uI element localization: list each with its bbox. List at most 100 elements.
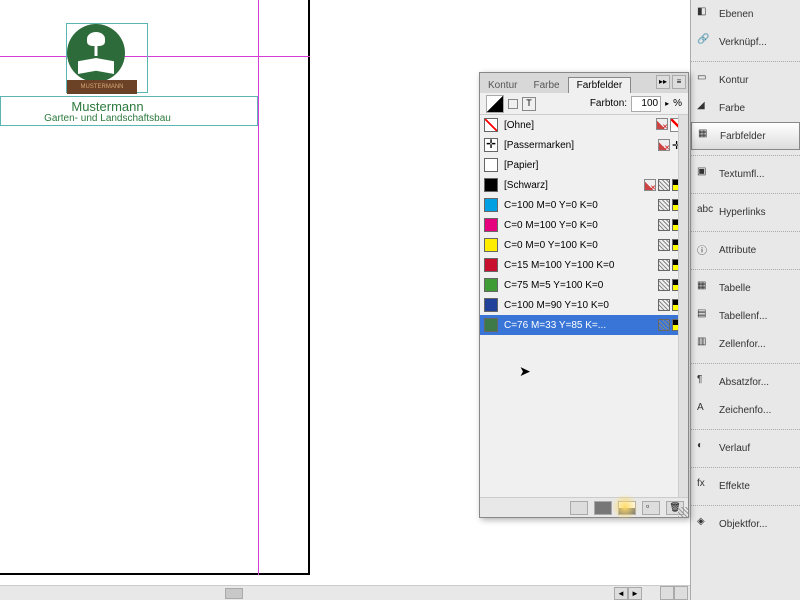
swatch-row[interactable]: C=0 M=100 Y=0 K=0 — [480, 215, 688, 235]
effekte-icon: fx — [697, 478, 713, 494]
scroll-right-icon[interactable]: ► — [628, 587, 642, 600]
swatch-row[interactable]: C=100 M=0 Y=0 K=0 — [480, 195, 688, 215]
panel-item-label: Hyperlinks — [719, 207, 766, 218]
textumfl-icon: ▣ — [697, 166, 713, 182]
panel-item-textumfl[interactable]: ▣Textumfl... — [691, 160, 800, 188]
process-icon — [658, 219, 670, 231]
swatch-name: [Schwarz] — [504, 180, 644, 191]
tab-farbfelder[interactable]: Farbfelder — [568, 77, 632, 93]
panel-item-zeichenfo[interactable]: A Zeichenfo... — [691, 396, 800, 424]
company-name: Mustermann — [0, 99, 215, 114]
farbton-arrow-icon[interactable]: ▸ — [665, 99, 669, 108]
panel-item-attribute[interactable]: ⓘAttribute — [691, 236, 800, 264]
panel-item-label: Effekte — [719, 481, 750, 492]
panel-item-verknpf[interactable]: 🔗Verknüpf... — [691, 28, 800, 56]
zeichenfo-icon: A — [697, 402, 713, 418]
process-icon — [658, 319, 670, 331]
swatch-chip — [484, 238, 498, 252]
swatch-chip — [484, 258, 498, 272]
panel-item-label: Attribute — [719, 245, 756, 256]
locked-icon — [656, 118, 668, 130]
logo-ribbon: MUSTERMANN — [67, 80, 137, 94]
swatch-name: C=76 M=33 Y=85 K=... — [504, 320, 658, 331]
scrollbar-thumb[interactable] — [225, 588, 243, 599]
absatzfor-icon: ¶ — [697, 374, 713, 390]
horizontal-scrollbar[interactable]: ◄ ► — [0, 585, 690, 600]
swatch-chip — [484, 178, 498, 192]
panel-item-label: Zeichenfo... — [719, 405, 771, 416]
panel-separator — [691, 358, 800, 364]
panel-item-verlauf[interactable]: ◐Verlauf — [691, 434, 800, 462]
panel-item-hyperlinks[interactable]: abcHyperlinks — [691, 198, 800, 226]
panel-item-effekte[interactable]: fx Effekte — [691, 472, 800, 500]
panel-item-tabelle[interactable]: ▦Tabelle — [691, 274, 800, 302]
panel-item-label: Objektfor... — [719, 519, 767, 530]
new-swatch-icon[interactable]: ▫ — [642, 501, 660, 515]
swatch-row[interactable]: [Passermarken]✛ — [480, 135, 688, 155]
swatch-row[interactable]: C=15 M=100 Y=100 K=0 — [480, 255, 688, 275]
swatch-name: [Papier] — [504, 160, 684, 171]
company-subtitle: Garten- und Landschaftsbau — [0, 113, 215, 124]
farbton-input[interactable] — [631, 96, 661, 112]
panel-separator — [691, 462, 800, 468]
panel-item-zellenfor[interactable]: ▥ Zellenfor... — [691, 330, 800, 358]
swatch-name: [Passermarken] — [504, 140, 658, 151]
panel-separator — [691, 424, 800, 430]
swatch-row[interactable]: [Papier] — [480, 155, 688, 175]
panel-separator — [691, 56, 800, 62]
swatch-row[interactable]: C=75 M=5 Y=100 K=0 — [480, 275, 688, 295]
farbe-icon: ◢ — [697, 100, 713, 116]
process-icon — [658, 299, 670, 311]
farbton-label: Farbton: — [590, 98, 627, 109]
tab-kontur[interactable]: Kontur — [480, 78, 525, 93]
verknpf-icon: 🔗 — [697, 34, 713, 50]
kontur-icon: ▭ — [697, 72, 713, 88]
panel-item-kontur[interactable]: ▭ Kontur — [691, 66, 800, 94]
panel-item-farbe[interactable]: ◢ Farbe — [691, 94, 800, 122]
panel-separator — [691, 188, 800, 194]
panel-item-absatzfor[interactable]: ¶ Absatzfor... — [691, 368, 800, 396]
swatch-chip — [484, 278, 498, 292]
scroll-left-icon[interactable]: ◄ — [614, 587, 628, 600]
swatch-chip — [484, 218, 498, 232]
swatch-name: C=0 M=0 Y=100 K=0 — [504, 240, 658, 251]
tab-farbe[interactable]: Farbe — [525, 78, 567, 93]
panel-separator — [691, 500, 800, 506]
panel-item-label: Zellenfor... — [719, 339, 766, 350]
swatch-chip — [484, 298, 498, 312]
percent-label: % — [673, 98, 682, 109]
show-list-icon[interactable] — [570, 501, 588, 515]
tabellenf-icon: ▤ — [697, 308, 713, 324]
view-mode-buttons[interactable] — [660, 586, 688, 600]
swatch-name: C=100 M=0 Y=0 K=0 — [504, 200, 658, 211]
panel-item-farbfelder[interactable]: ▦Farbfelder — [691, 122, 800, 150]
swap-icon[interactable] — [508, 99, 518, 109]
swatch-name: C=0 M=100 Y=0 K=0 — [504, 220, 658, 231]
panel-item-tabellenf[interactable]: ▤Tabellenf... — [691, 302, 800, 330]
swatch-list[interactable]: ➤ [Ohne][Passermarken]✛[Papier][Schwarz]… — [480, 115, 688, 485]
text-fill-icon[interactable]: T — [522, 97, 536, 111]
swatch-row[interactable]: C=76 M=33 Y=85 K=... — [480, 315, 688, 335]
panel-item-label: Kontur — [719, 75, 748, 86]
zellenfor-icon: ▥ — [697, 336, 713, 352]
farbfelder-icon: ▦ — [698, 128, 714, 144]
swatch-row[interactable]: C=0 M=0 Y=100 K=0 — [480, 235, 688, 255]
swatch-scrollbar[interactable] — [678, 115, 688, 497]
swatch-row[interactable]: C=100 M=90 Y=10 K=0 — [480, 295, 688, 315]
process-icon — [658, 199, 670, 211]
collapse-icon[interactable]: ▸▸ — [656, 75, 670, 89]
show-large-icon[interactable] — [618, 501, 636, 515]
process-icon — [658, 259, 670, 271]
panel-dock: ◧Ebenen🔗Verknüpf... ▭ Kontur ◢ Farbe ▦Farbfel… — [690, 0, 800, 600]
show-small-icon[interactable] — [594, 501, 612, 515]
panel-menu-icon[interactable]: ≡ — [672, 75, 686, 89]
panel-item-objektfor[interactable]: ◈Objektfor... — [691, 510, 800, 538]
fill-stroke-icon[interactable] — [486, 95, 504, 113]
resize-grip-icon[interactable] — [678, 507, 688, 517]
panel-item-ebenen[interactable]: ◧Ebenen — [691, 0, 800, 28]
panel-item-label: Absatzfor... — [719, 377, 769, 388]
swatch-row[interactable]: [Schwarz] — [480, 175, 688, 195]
logo-frame[interactable]: MUSTERMANN — [66, 23, 148, 93]
swatch-row[interactable]: [Ohne] — [480, 115, 688, 135]
panel-item-label: Farbe — [719, 103, 745, 114]
